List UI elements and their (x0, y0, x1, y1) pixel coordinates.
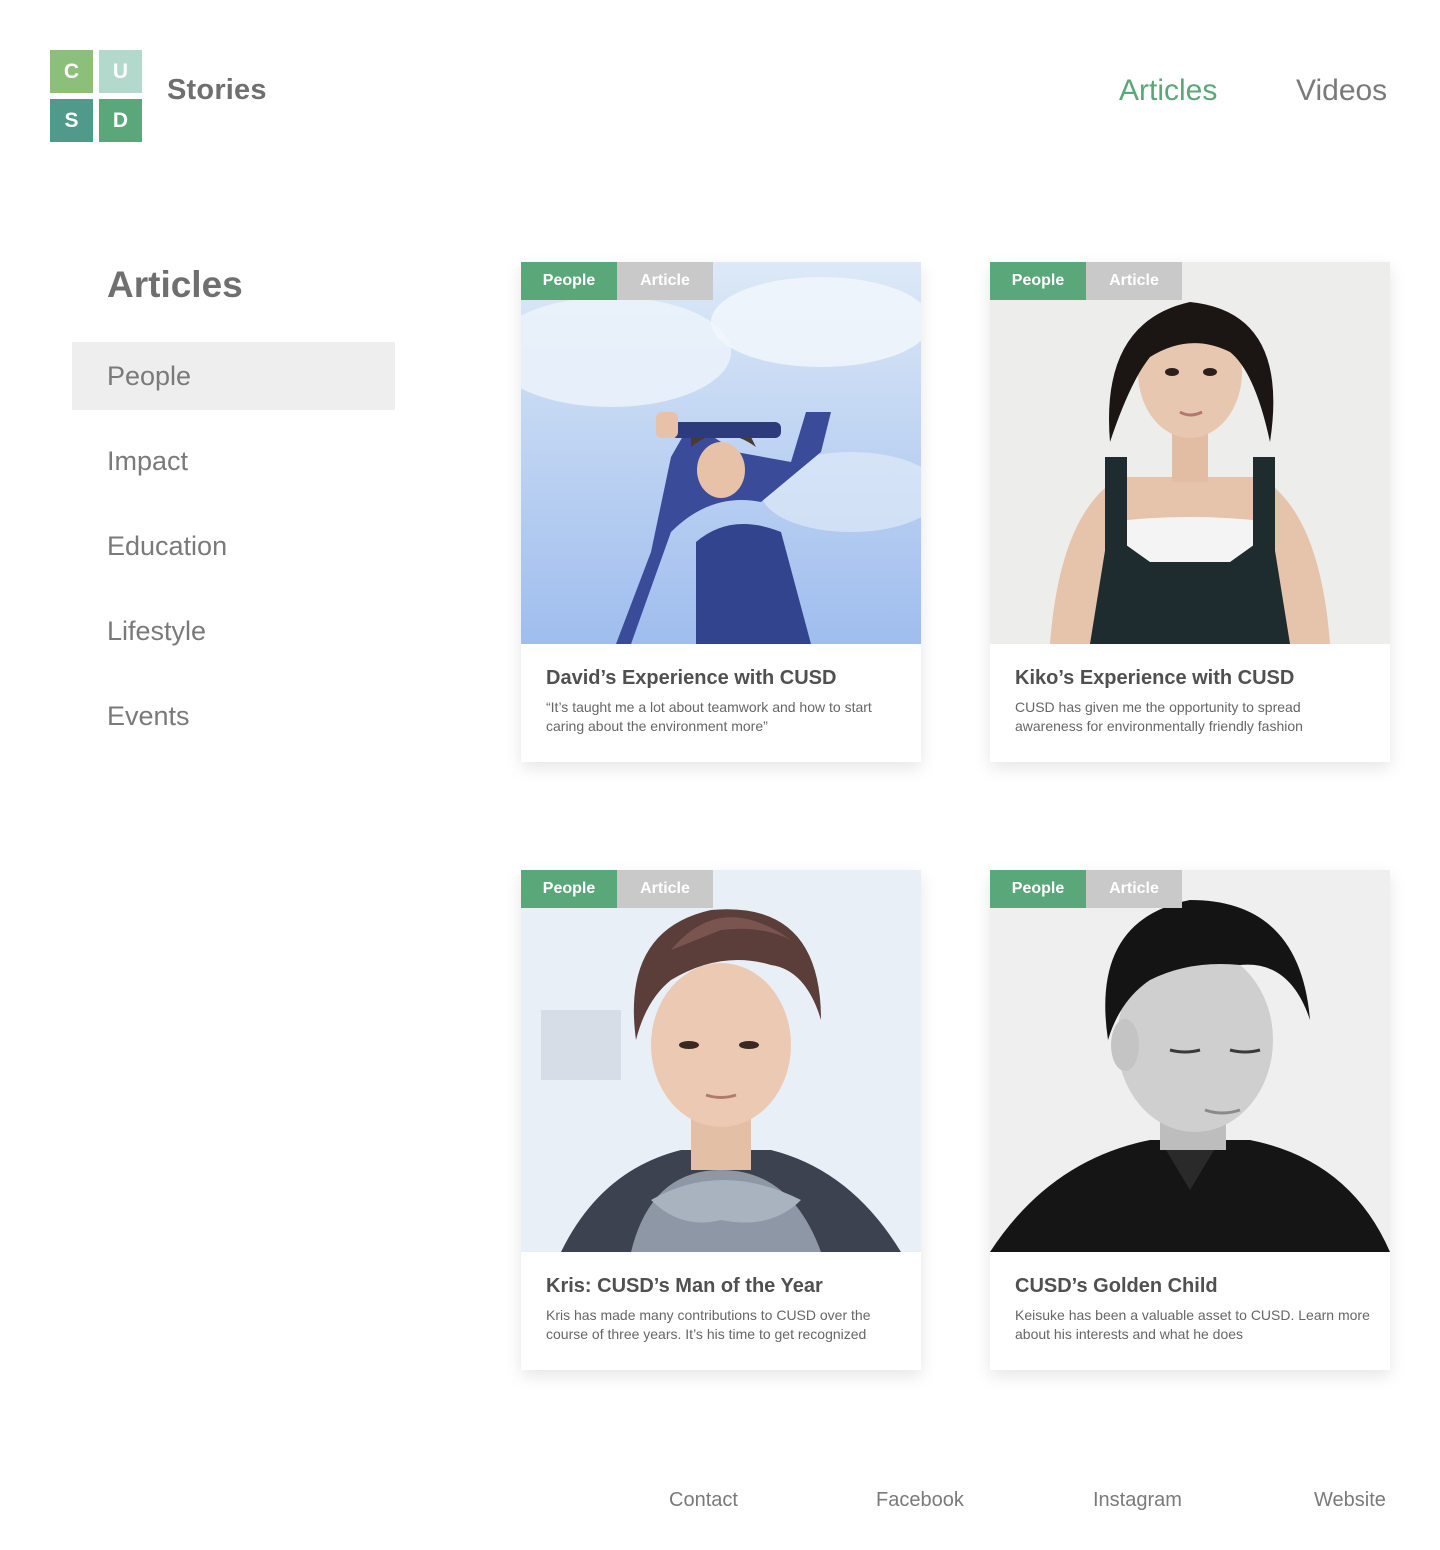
footer-link-facebook[interactable]: Facebook (876, 1489, 964, 1512)
card-title: Kiko’s Experience with CUSD (1015, 667, 1295, 689)
photo-woman-in-overalls (990, 262, 1390, 644)
card-photo-kris (521, 870, 921, 1252)
photo-person-under-sky (521, 262, 921, 644)
cusd-logo[interactable]: C U S D (50, 50, 142, 142)
card-description: “It’s taught me a lot about teamwork and… (546, 699, 872, 734)
tag-article[interactable]: Article (1086, 870, 1182, 908)
card-description: Keisuke has been a valuable asset to CUS… (1015, 1307, 1370, 1342)
sidebar-item-people[interactable]: People (72, 342, 395, 410)
tag-article[interactable]: Article (1086, 262, 1182, 300)
footer-link-contact[interactable]: Contact (669, 1489, 738, 1512)
article-card-david[interactable]: People Article David’s Experience with C… (521, 262, 921, 762)
card-description: Kris has made many contributions to CUSD… (546, 1307, 871, 1342)
sidebar-item-impact[interactable]: Impact (72, 427, 395, 495)
card-title: Kris: CUSD’s Man of the Year (546, 1275, 823, 1297)
logo-letter-c: C (50, 50, 93, 93)
logo-letter-d: D (99, 99, 142, 142)
photo-man-black-and-white (990, 870, 1390, 1252)
sidebar-item-education[interactable]: Education (72, 512, 395, 580)
card-description: CUSD has given me the opportunity to spr… (1015, 699, 1303, 734)
article-card-kiko[interactable]: People Article Kiko’s Experience with CU… (990, 262, 1390, 762)
site-name: Stories (167, 74, 267, 106)
tag-people[interactable]: People (990, 262, 1086, 300)
sidebar-category-list: People Impact Education Lifestyle Events (72, 342, 395, 767)
sidebar-heading: Articles (107, 264, 243, 305)
card-title: CUSD’s Golden Child (1015, 1275, 1218, 1297)
card-photo-david (521, 262, 921, 644)
tag-people[interactable]: People (521, 262, 617, 300)
article-card-keisuke[interactable]: People Article CUSD’s Golden Child Keisu… (990, 870, 1390, 1370)
sidebar-item-lifestyle[interactable]: Lifestyle (72, 597, 395, 665)
tag-article[interactable]: Article (617, 870, 713, 908)
article-card-kris[interactable]: People Article Kris: CUSD’s Man of the Y… (521, 870, 921, 1370)
card-photo-keisuke (990, 870, 1390, 1252)
tag-people[interactable]: People (990, 870, 1086, 908)
logo-letter-u: U (99, 50, 142, 93)
sidebar-item-events[interactable]: Events (72, 682, 395, 750)
photo-man-with-scarf (521, 870, 921, 1252)
tag-people[interactable]: People (521, 870, 617, 908)
card-title: David’s Experience with CUSD (546, 667, 837, 689)
footer-link-instagram[interactable]: Instagram (1093, 1489, 1182, 1512)
nav-articles-link[interactable]: Articles (1119, 74, 1217, 108)
tag-article[interactable]: Article (617, 262, 713, 300)
nav-videos-link[interactable]: Videos (1296, 74, 1387, 108)
card-photo-kiko (990, 262, 1390, 644)
footer-link-website[interactable]: Website (1314, 1489, 1386, 1512)
logo-letter-s: S (50, 99, 93, 142)
